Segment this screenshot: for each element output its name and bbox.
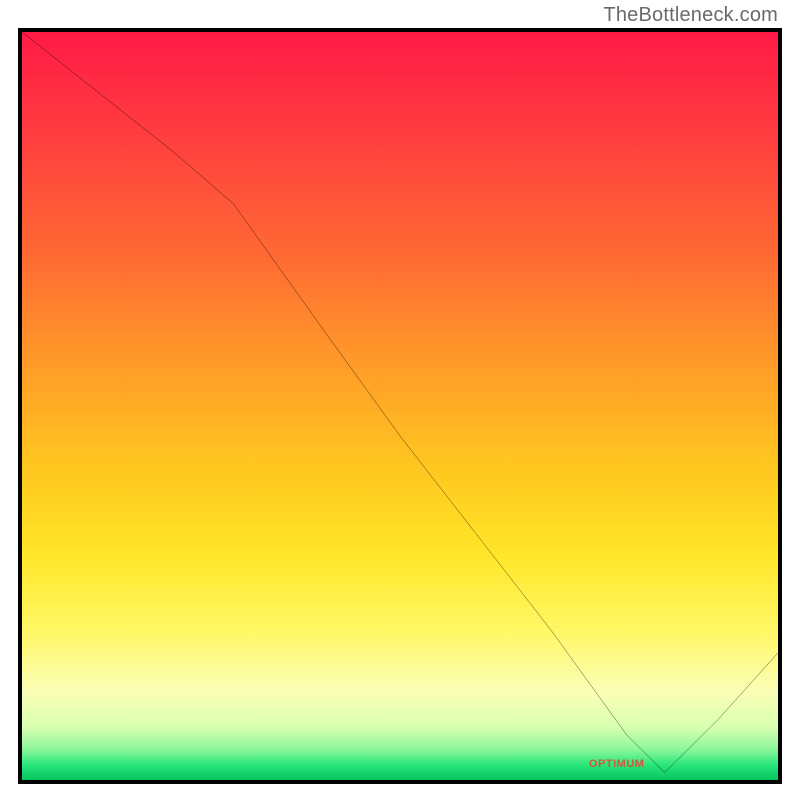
- bottleneck-curve: [22, 32, 778, 780]
- plot-area: OPTIMUM: [18, 28, 782, 784]
- chart-frame: TheBottleneck.com OPTIMUM: [0, 0, 800, 800]
- watermark-text: TheBottleneck.com: [603, 4, 778, 27]
